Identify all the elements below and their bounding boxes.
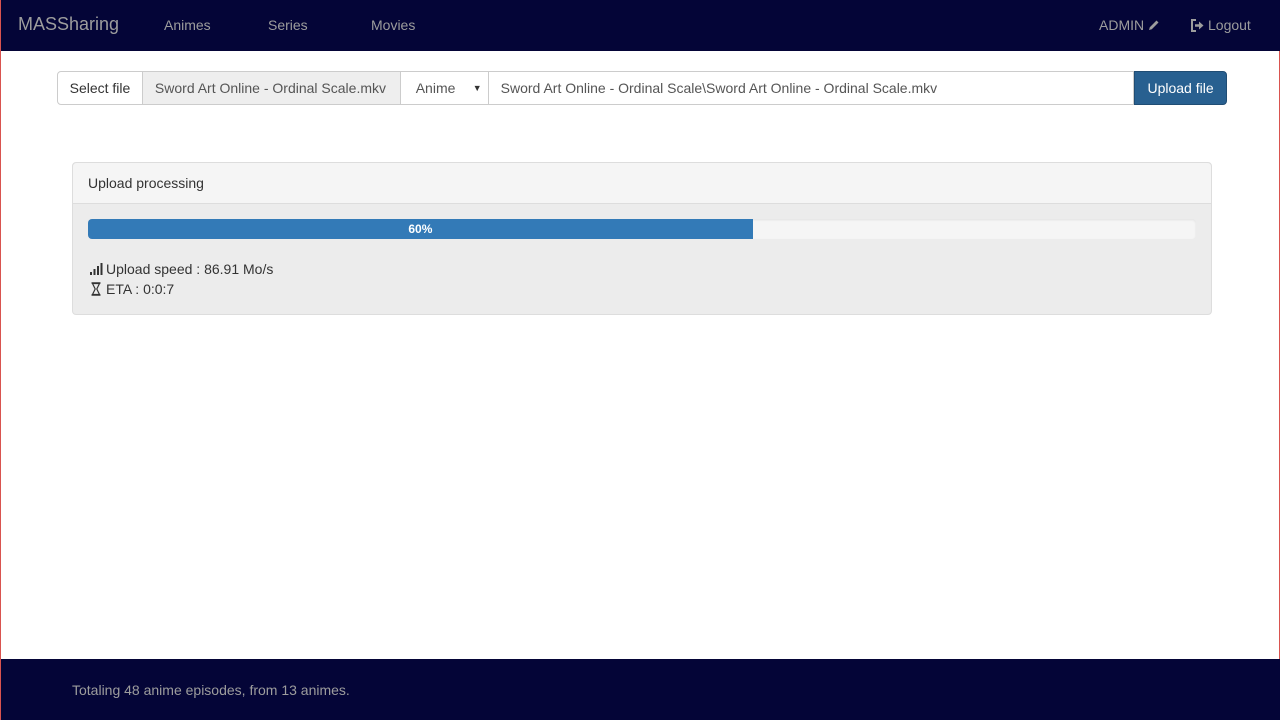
media-type-select[interactable]: Anime ▼ bbox=[400, 71, 489, 105]
logout-icon bbox=[1190, 18, 1204, 32]
destination-path-input[interactable]: Sword Art Online - Ordinal Scale\Sword A… bbox=[488, 71, 1135, 105]
user-menu[interactable]: ADMIN bbox=[1099, 17, 1160, 33]
chevron-down-icon: ▼ bbox=[472, 83, 482, 93]
nav-link-series[interactable]: Series bbox=[268, 17, 308, 33]
media-type-value: Anime bbox=[415, 80, 456, 96]
upload-speed-line: Upload speed : 86.91 Mo/s bbox=[89, 261, 273, 277]
pencil-icon bbox=[1148, 19, 1160, 31]
brand-link[interactable]: MASSharing bbox=[18, 14, 119, 35]
nav-link-movies[interactable]: Movies bbox=[371, 17, 415, 33]
logout-label: Logout bbox=[1208, 17, 1251, 33]
signal-icon bbox=[89, 263, 103, 275]
navbar: MASSharing Animes Series Movies ADMIN Lo… bbox=[1, 0, 1280, 51]
upload-form: Select file Sword Art Online - Ordinal S… bbox=[57, 71, 1227, 105]
eta-text: ETA : 0:0:7 bbox=[106, 281, 175, 297]
upload-speed-text: Upload speed : 86.91 Mo/s bbox=[106, 261, 274, 277]
upload-panel: Upload processing 60% Upload speed : 86.… bbox=[72, 162, 1212, 315]
upload-file-button[interactable]: Upload file bbox=[1134, 71, 1227, 105]
progress-label: 60% bbox=[408, 222, 433, 236]
progress-track: 60% bbox=[88, 219, 1196, 239]
user-label: ADMIN bbox=[1099, 17, 1145, 33]
nav-link-animes[interactable]: Animes bbox=[164, 17, 211, 33]
footer: Totaling 48 anime episodes, from 13 anim… bbox=[1, 659, 1280, 720]
progress-bar: 60% bbox=[88, 219, 753, 239]
logout-link[interactable]: Logout bbox=[1190, 17, 1251, 33]
footer-summary: Totaling 48 anime episodes, from 13 anim… bbox=[72, 682, 350, 698]
hourglass-icon bbox=[89, 282, 103, 296]
eta-line: ETA : 0:0:7 bbox=[89, 281, 174, 297]
select-file-button[interactable]: Select file bbox=[57, 71, 143, 105]
panel-heading: Upload processing bbox=[73, 163, 1211, 204]
selected-file-name: Sword Art Online - Ordinal Scale.mkv bbox=[142, 71, 401, 105]
